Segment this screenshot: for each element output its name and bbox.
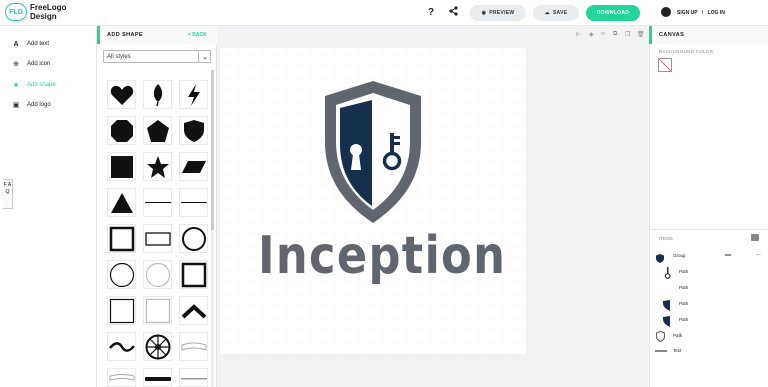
- collapse-items-icon[interactable]: [751, 234, 759, 241]
- save-button[interactable]: ☁ SAVE: [533, 5, 579, 21]
- parallelogram-shape[interactable]: [179, 152, 208, 181]
- layer-path-shield-half[interactable]: Path: [679, 317, 688, 322]
- star-icon: ★: [12, 82, 20, 89]
- square-bold-outline-shape[interactable]: [179, 260, 208, 289]
- help-icon[interactable]: ?: [428, 7, 434, 18]
- layer-path-shield-left[interactable]: Path: [679, 301, 688, 306]
- heart-shape[interactable]: [107, 80, 136, 109]
- wave-shape[interactable]: [107, 332, 136, 361]
- auth-links: SIGN UP / LOG IN: [677, 10, 725, 16]
- user-icon: [661, 7, 671, 17]
- globe-icon: ⊕: [13, 61, 19, 68]
- thick-bar-shape[interactable]: [143, 368, 172, 387]
- shield-shape[interactable]: [179, 116, 208, 145]
- preview-button[interactable]: ◉ PREVIEW: [470, 5, 526, 21]
- layer-path-keyhole[interactable]: Path: [679, 285, 688, 290]
- image-icon: ▣: [12, 102, 20, 109]
- circle-thin-shape[interactable]: [107, 260, 136, 289]
- background-color-swatch[interactable]: [658, 58, 672, 72]
- layer-path-key[interactable]: Path: [679, 269, 688, 274]
- triangle-shape[interactable]: [107, 188, 136, 217]
- logo-badge[interactable]: FLD: [5, 3, 27, 21]
- right-panel: [649, 26, 768, 387]
- thin-bar-shape[interactable]: [179, 368, 208, 387]
- trash-icon[interactable]: 🗑: [637, 31, 645, 38]
- star-shape[interactable]: [143, 152, 172, 181]
- banner-outline-shape[interactable]: [107, 368, 136, 387]
- nav-add-text[interactable]: A Add text: [12, 39, 49, 49]
- shield-logo[interactable]: [318, 78, 428, 231]
- layer-text[interactable]: Text: [673, 348, 681, 353]
- ribbon-banner-shape[interactable]: [179, 332, 208, 361]
- layer-thumb-text-icon: [655, 350, 667, 352]
- circle-outline-shape[interactable]: [179, 224, 208, 253]
- style-select[interactable]: All styles: [103, 50, 211, 63]
- double-line-shape[interactable]: [179, 188, 208, 217]
- leaf-shape[interactable]: [143, 80, 172, 109]
- canvas-panel-title: CANVAS: [659, 32, 685, 38]
- lightning-shape[interactable]: [179, 80, 208, 109]
- nav-add-shape[interactable]: ★ Add shape: [12, 80, 56, 90]
- mandala-shape[interactable]: [143, 332, 172, 361]
- share-icon[interactable]: [449, 6, 458, 19]
- flip-icon[interactable]: ‹›: [601, 31, 605, 37]
- rectangle-outline-shape[interactable]: [143, 224, 172, 253]
- square-grey-outline-shape[interactable]: [143, 296, 172, 325]
- sign-up-link[interactable]: SIGN UP: [677, 10, 697, 16]
- top-bar: [0, 0, 768, 26]
- collapse-icon[interactable]: –: [756, 250, 760, 259]
- align-icon[interactable]: ⊩: [576, 31, 581, 38]
- download-button[interactable]: DOWNLOAD: [586, 5, 640, 21]
- square-filled-shape[interactable]: [107, 152, 136, 181]
- pentagon-shape[interactable]: [143, 116, 172, 145]
- back-link[interactable]: < BACK: [188, 32, 207, 38]
- octagon-shape[interactable]: [107, 116, 136, 145]
- thin-line-shape[interactable]: [143, 188, 172, 217]
- cloud-icon: ☁: [544, 10, 550, 16]
- logo-text[interactable]: FreeLogo Design: [30, 3, 90, 21]
- eye-icon: ◉: [481, 10, 487, 16]
- square-outline-shape[interactable]: [107, 224, 136, 253]
- layer-thumb-shield-outline-icon: [655, 329, 666, 347]
- square-thin-outline-shape[interactable]: [107, 296, 136, 325]
- shape-panel-title: ADD SHAPE: [107, 32, 143, 38]
- copy-icon[interactable]: ❐: [625, 31, 630, 38]
- circle-grey-shape[interactable]: [143, 260, 172, 289]
- chevron-up-shape[interactable]: [179, 296, 208, 325]
- text-icon: A: [13, 40, 19, 48]
- items-label: ITEMS: [659, 236, 673, 241]
- faq-tab[interactable]: F A Q: [3, 179, 13, 209]
- brand-name-text[interactable]: Inception: [258, 226, 505, 286]
- nav-add-icon[interactable]: ⊕ Add icon: [12, 59, 50, 69]
- background-color-label: BACKGROUND COLOR: [659, 49, 714, 54]
- layer-group[interactable]: Group: [673, 253, 686, 258]
- chevron-down-icon[interactable]: ⌄: [198, 50, 211, 63]
- nav-add-logo[interactable]: ▣ Add logo: [12, 100, 51, 110]
- layers-icon[interactable]: ◈: [589, 31, 594, 38]
- folder-icon[interactable]: ▬: [725, 252, 731, 258]
- layer-thumb-key-icon: [664, 266, 671, 284]
- duplicate-icon[interactable]: ⧉: [613, 31, 617, 38]
- scrollbar-thumb[interactable]: [211, 70, 214, 230]
- log-in-link[interactable]: LOG IN: [708, 10, 725, 16]
- layer-path-shield-outline[interactable]: Path: [673, 333, 682, 338]
- items-divider: [649, 229, 768, 230]
- layer-thumb-group-icon: [656, 250, 664, 268]
- auth-separator: /: [701, 10, 704, 16]
